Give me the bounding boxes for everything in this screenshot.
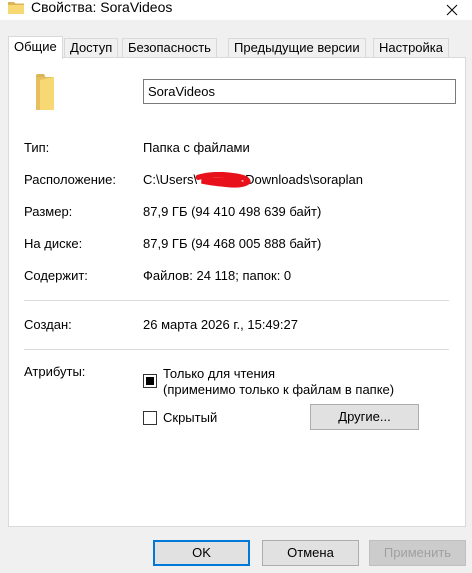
ondisk-label: На диске:	[24, 236, 83, 251]
apply-button[interactable]: Применить	[369, 540, 466, 566]
folder-name-input[interactable]: SoraVideos	[143, 79, 456, 104]
tab-previous-versions[interactable]: Предыдущие версии	[228, 38, 366, 58]
created-value: 26 марта 2026 г., 15:49:27	[143, 317, 298, 332]
close-icon	[446, 4, 458, 16]
size-label: Размер:	[24, 204, 73, 219]
created-label: Создан:	[24, 317, 72, 332]
separator	[24, 349, 449, 350]
general-panel: SoraVideos Тип: Папка с файлами Располож…	[8, 57, 466, 527]
cancel-button[interactable]: Отмена	[262, 540, 359, 566]
tab-strip: Общие Доступ Безопасность Предыдущие вер…	[8, 36, 466, 59]
other-attributes-button[interactable]: Другие...	[310, 404, 419, 430]
folder-icon	[8, 1, 24, 14]
size-value: 87,9 ГБ (94 410 498 639 байт)	[143, 204, 322, 219]
type-label: Тип:	[24, 140, 50, 155]
location-path-end: Downloads\soraplan	[245, 172, 363, 187]
hidden-checkbox[interactable]	[143, 411, 157, 425]
type-value: Папка с файлами	[143, 140, 250, 155]
tab-sharing[interactable]: Доступ	[64, 38, 119, 58]
location-label: Расположение:	[24, 172, 116, 187]
contains-label: Содержит:	[24, 268, 88, 283]
readonly-label: Только для чтения	[163, 366, 276, 381]
folder-icon	[30, 74, 64, 110]
tab-security[interactable]: Безопасность	[122, 38, 217, 58]
redaction-mark	[195, 172, 251, 188]
location-path-start: C:\Users\	[143, 172, 198, 187]
tab-customize[interactable]: Настройка	[373, 38, 449, 58]
title-bar: Свойства: SoraVideos	[0, 0, 472, 20]
ok-button[interactable]: OK	[153, 540, 250, 566]
readonly-checkbox[interactable]	[143, 374, 157, 388]
attributes-label: Атрибуты:	[24, 364, 86, 379]
separator	[24, 300, 449, 301]
window-title: Свойства: SoraVideos	[31, 0, 173, 15]
close-button[interactable]	[432, 0, 472, 20]
readonly-note: (применимо только к файлам в папке)	[163, 382, 395, 397]
hidden-label: Скрытый	[163, 410, 218, 425]
tab-general[interactable]: Общие	[8, 36, 63, 59]
ondisk-value: 87,9 ГБ (94 468 005 888 байт)	[143, 236, 322, 251]
contains-value: Файлов: 24 118; папок: 0	[143, 268, 292, 283]
